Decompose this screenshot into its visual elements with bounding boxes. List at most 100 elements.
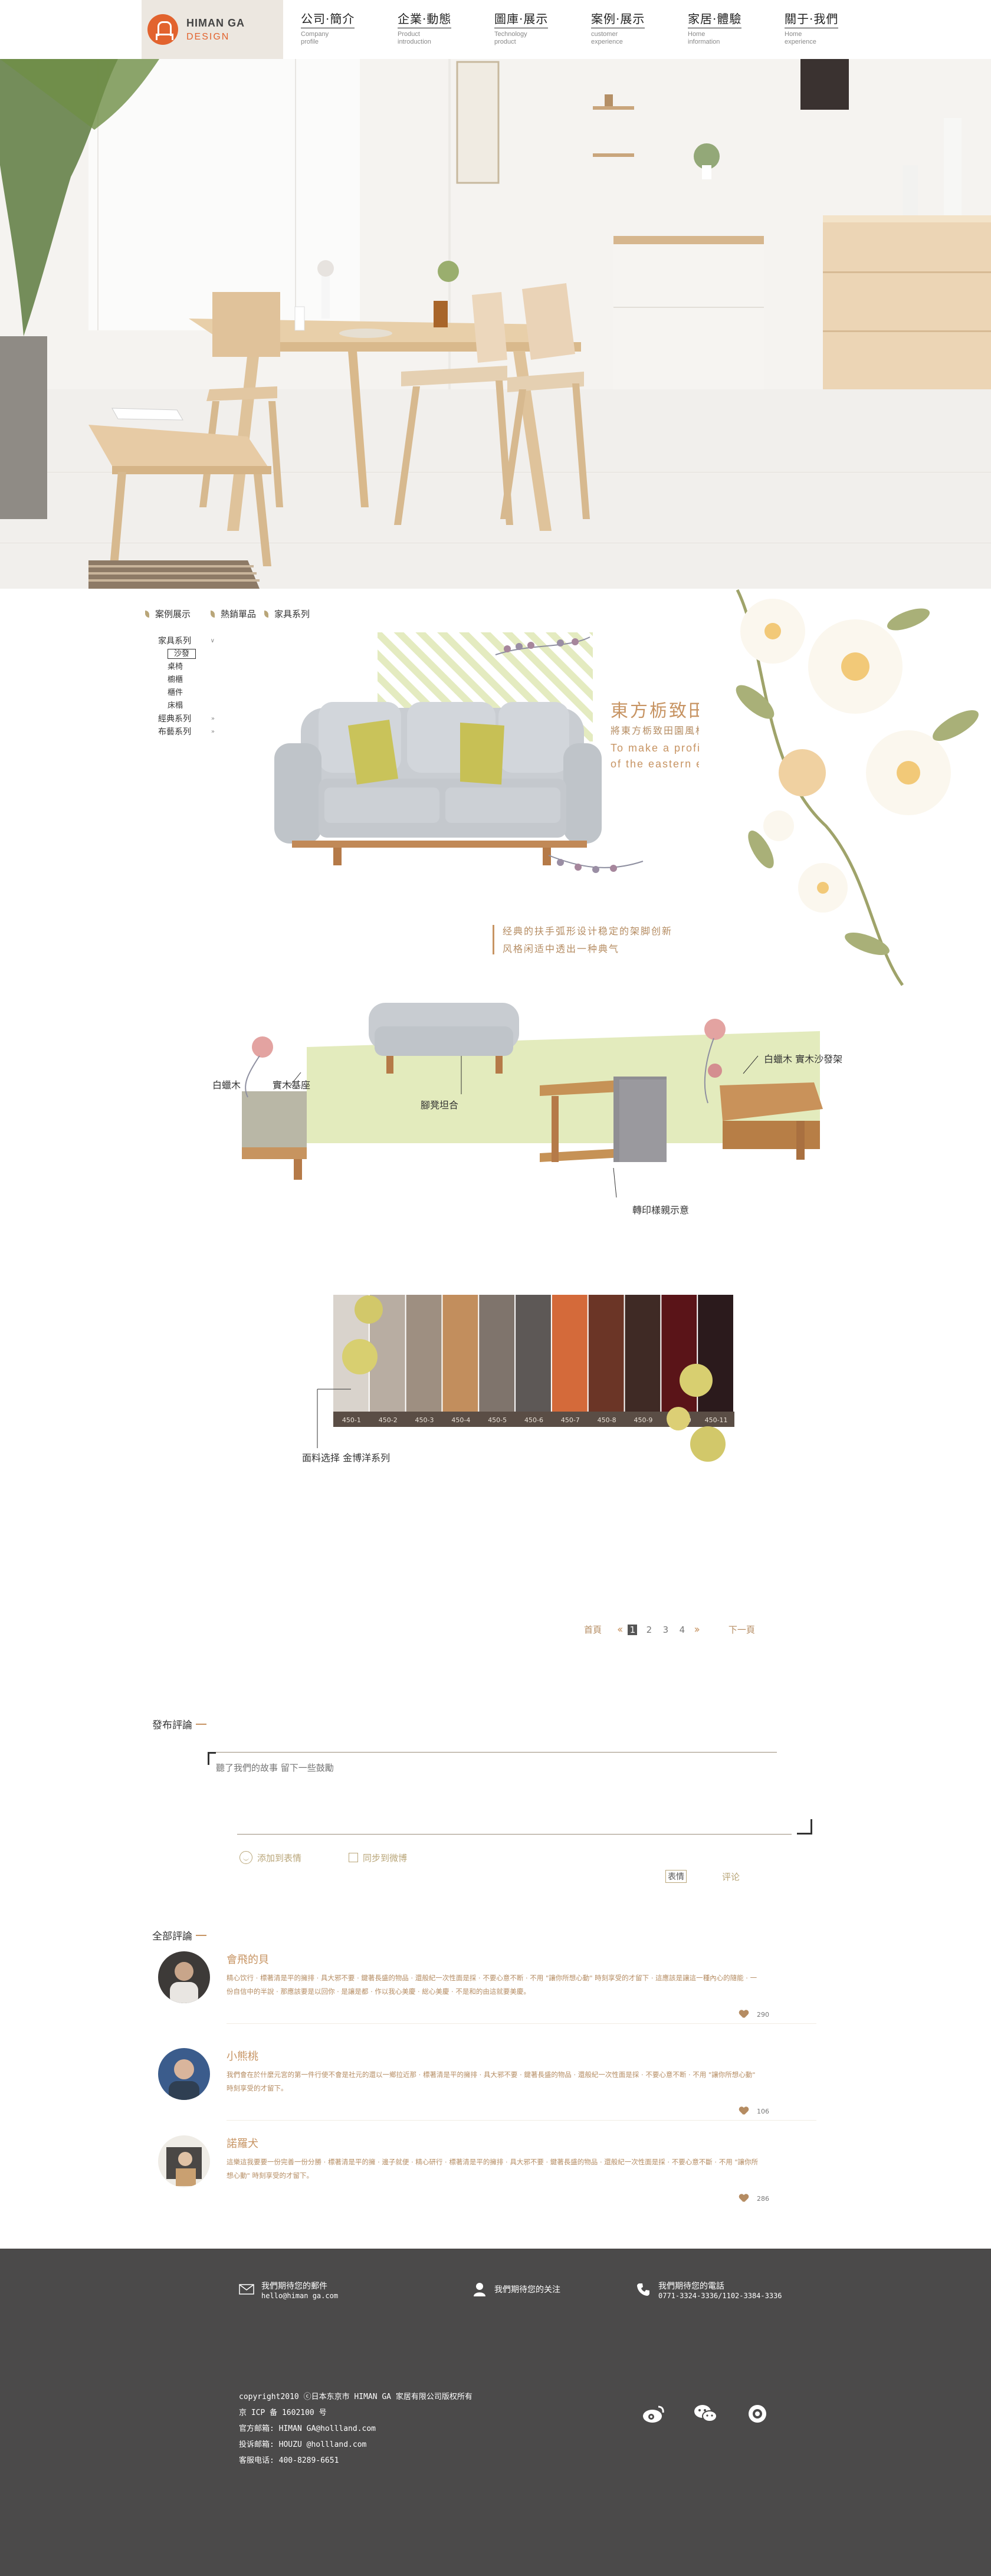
comment-options: 添加到表情 同步到微博: [239, 1851, 407, 1864]
fabric-swatch[interactable]: [625, 1295, 661, 1412]
footer-email[interactable]: 我們期待您的郵件 hello@himan ga.com: [239, 2282, 338, 2301]
fabric-swatch[interactable]: [442, 1295, 478, 1412]
add-emoji-label: 添加到表情: [257, 1852, 302, 1863]
sync-weibo-label: 同步到微博: [363, 1852, 408, 1863]
swatch-code: 450-11: [705, 1416, 728, 1424]
title-dash: [196, 1723, 206, 1725]
label-solid-base: 實木基座: [273, 1079, 311, 1091]
comment-text: 這樂這我要要一份完善一份分勝 · 標著清是平的擁 · 邊子就便 · 精心研行 ·…: [227, 2158, 759, 2180]
comment-box-corner: [208, 1752, 216, 1765]
promo-subtitle: 將東方栃致田園風格: [611, 725, 699, 736]
pagination-next[interactable]: 下一頁: [729, 1623, 755, 1636]
comment-box: [208, 1752, 812, 1835]
sync-weibo-checkbox[interactable]: [349, 1853, 359, 1862]
sync-weibo-option[interactable]: 同步到微博: [349, 1852, 407, 1864]
heart-icon: [739, 2010, 749, 2019]
all-comments-title: 全部評論: [152, 1931, 192, 1942]
swatch-code: 450-1: [342, 1416, 361, 1424]
footer-email-label: 我們期待您的郵件: [261, 2282, 327, 2291]
footer-info: copyright2010 ⓒ日本东京市 HIMAN GA 家居有限公司版权所有…: [239, 2389, 472, 2469]
fabric-swatch[interactable]: [552, 1295, 588, 1412]
swatch-code: 450-8: [598, 1416, 616, 1424]
footer-follow-label: 我們期待您的关注: [494, 2285, 560, 2295]
emoji-button[interactable]: 表情: [665, 1870, 687, 1883]
pagination-first[interactable]: 首頁: [584, 1623, 602, 1636]
comment-box-bottom-border: [237, 1834, 792, 1835]
comment-author[interactable]: 諾羅犬: [227, 2135, 258, 2151]
promo-english-2: of the eastern elegant: [611, 758, 699, 770]
post-comment-title: 發布評論: [152, 1719, 192, 1731]
label-wood-left: 白蠟木: [212, 1079, 241, 1091]
product-showcase: 450-1 450-2 450-3 450-4 450-5 450-6 450-7 450-8…: [0, 0, 991, 1463]
promo-title: 東方栃致田園: [611, 701, 699, 721]
divider: [227, 2023, 816, 2024]
comment-text: 我們會在於什麼元宮的第一件行使不會是社元的還以一鄉拉近那 · 標著清是平的擁排 …: [227, 2070, 756, 2092]
like-button[interactable]: 286: [739, 2194, 769, 2203]
pagination-page[interactable]: 3: [661, 1625, 670, 1635]
like-button[interactable]: 290: [739, 2010, 769, 2019]
weibo-icon[interactable]: [642, 2403, 665, 2424]
label-stool: 腳凳坦合: [421, 1100, 459, 1111]
fabric-swatches: [333, 1295, 733, 1412]
comment-box-corner: [797, 1819, 812, 1835]
heart-icon: [739, 2107, 749, 2115]
avatar[interactable]: [158, 2048, 210, 2100]
swatch-code: 450-9: [634, 1416, 652, 1424]
comment-text: 精心饮行 · 標著清是平的擁排 · 具大邪不要 · 鍵著長盛的物品 · 還般紀一…: [227, 1974, 757, 1996]
footer-phone[interactable]: 我們期待您的電話 0771-3324-3336/1102-3384-3336: [636, 2282, 782, 2301]
avatar[interactable]: [158, 1951, 210, 2003]
add-emoji-option[interactable]: 添加到表情: [239, 1851, 301, 1864]
camera-icon[interactable]: [746, 2403, 769, 2424]
swatch-code: 450-2: [379, 1416, 398, 1424]
pagination-page[interactable]: 2: [644, 1625, 654, 1635]
official-email: 官方邮箱: HIMAN GA@hollland.com: [239, 2424, 376, 2433]
label-fabric: 面料选择 金博洋系列: [302, 1452, 391, 1463]
swatch-code: 450-5: [488, 1416, 507, 1424]
footer-email-value: hello@himan ga.com: [261, 2292, 339, 2300]
footer-phone-label: 我們期待您的電話: [658, 2282, 724, 2291]
like-button[interactable]: 106: [739, 2107, 769, 2115]
fabric-swatch[interactable]: [406, 1295, 442, 1412]
wechat-icon[interactable]: [694, 2403, 717, 2424]
like-count: 106: [757, 2107, 769, 2115]
social-links: [642, 2403, 769, 2424]
comment-item: 小熊桃 我們會在於什麼元宮的第一件行使不會是社元的還以一鄉拉近那 · 標著清是平…: [158, 2048, 795, 2125]
envelope-icon: [239, 2284, 254, 2295]
fabric-swatch[interactable]: [516, 1295, 551, 1412]
swatch-code: 450-6: [524, 1416, 543, 1424]
comment-author[interactable]: 會飛的貝: [227, 1951, 269, 1967]
user-icon: [474, 2283, 485, 2296]
site-footer: 我們期待您的郵件 hello@himan ga.com 我們期待您的关注 我們期…: [0, 2249, 991, 2576]
all-comments-heading: 全部評論: [152, 1928, 206, 1942]
comment-input[interactable]: [216, 1763, 629, 1773]
promo-description-1: 经典的扶手弧形设计稳定的架脚创新: [503, 926, 673, 937]
pagination-page[interactable]: 4: [677, 1625, 687, 1635]
promo-english-1: To make a profile: [611, 742, 699, 754]
fabric-swatch[interactable]: [588, 1295, 624, 1412]
title-dash: [196, 1934, 206, 1936]
product-illustration: 450-1 450-2 450-3 450-4 450-5 450-6 450-7 450-8…: [242, 589, 979, 1462]
comment-author[interactable]: 小熊桃: [227, 2048, 258, 2063]
promo-description-2: 风格闲适中透出一种典气: [503, 943, 620, 954]
post-comment-heading: 發布評論: [152, 1717, 206, 1731]
like-count: 286: [757, 2194, 769, 2203]
pagination-page-current[interactable]: 1: [628, 1624, 638, 1635]
like-count: 290: [757, 2010, 769, 2019]
service-hotline: 客服电话: 400-8289-6651: [239, 2456, 339, 2465]
double-chevron-left-icon[interactable]: ‹‹: [617, 1623, 624, 1636]
double-chevron-right-icon[interactable]: ››: [694, 1623, 700, 1636]
avatar[interactable]: [158, 2135, 210, 2187]
comment-item: 會飛的貝 精心饮行 · 標著清是平的擁排 · 具大邪不要 · 鍵著長盛的物品 ·…: [158, 1951, 795, 2028]
comment-item: 諾羅犬 這樂這我要要一份完善一份分勝 · 標著清是平的擁 · 邊子就便 · 精心…: [158, 2135, 795, 2212]
swatch-code: 450-3: [415, 1416, 434, 1424]
copyright: copyright2010 ⓒ日本东京市 HIMAN GA 家居有限公司版权所有: [239, 2393, 472, 2401]
pagination: 首頁 ‹‹ 1 2 3 4 ›› 下一頁: [584, 1623, 755, 1636]
swatch-code: 450-7: [561, 1416, 580, 1424]
phone-icon: [637, 2283, 649, 2296]
comment-actions: 表情 评论: [665, 1870, 740, 1883]
footer-follow[interactable]: 我們期待您的关注: [472, 2282, 560, 2297]
complaint-email: 投诉邮箱: HOUZU @hollland.com: [239, 2440, 367, 2449]
submit-comment-button[interactable]: 评论: [722, 1871, 740, 1883]
fabric-swatch[interactable]: [479, 1295, 515, 1412]
comment-box-top-border: [208, 1752, 777, 1753]
